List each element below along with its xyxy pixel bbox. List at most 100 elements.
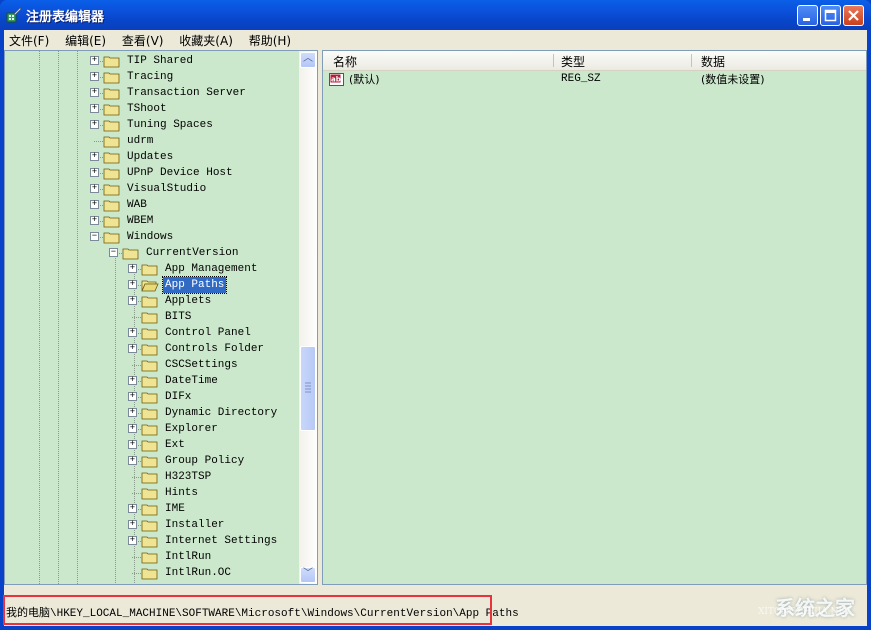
tree-item[interactable]: CSCSettings (5, 357, 297, 373)
expand-icon[interactable]: + (128, 440, 137, 449)
tree-item[interactable]: + VisualStudio (5, 181, 297, 197)
tree-item[interactable]: − Windows (5, 229, 297, 245)
menu-help[interactable]: 帮助(H) (244, 30, 298, 49)
tree-item-label: WBEM (127, 215, 154, 227)
tree-item[interactable]: + Applets (5, 293, 297, 309)
tree-item[interactable]: IntlRun (5, 549, 297, 565)
expand-icon[interactable]: + (128, 344, 137, 353)
column-header-type[interactable]: 类型 (561, 53, 585, 70)
watermark-url: XITONGZHIJIA.NET (757, 607, 851, 617)
tree-item-label: Internet Settings (165, 535, 278, 547)
folder-icon (141, 376, 158, 388)
expand-icon[interactable]: + (90, 152, 99, 161)
menu-file[interactable]: 文件(F) (4, 30, 56, 49)
folder-icon (141, 424, 158, 436)
tree-item[interactable]: + Tuning Spaces (5, 117, 297, 133)
tree-item[interactable]: + TShoot (5, 101, 297, 117)
value-row[interactable]: ab (默认) REG_SZ (数值未设置) (323, 71, 866, 88)
folder-icon (103, 152, 120, 164)
scroll-thumb[interactable] (300, 346, 316, 431)
menu-favorites[interactable]: 收藏夹(A) (174, 30, 240, 49)
column-divider[interactable] (553, 54, 554, 67)
expand-icon[interactable]: + (128, 504, 137, 513)
scroll-up-button[interactable]: ︿ (300, 52, 316, 68)
expand-icon[interactable]: + (90, 184, 99, 193)
tree-item[interactable]: + Explorer (5, 421, 297, 437)
expand-icon[interactable]: + (128, 280, 137, 289)
tree-item-label: Ext (165, 439, 185, 451)
expand-icon[interactable]: + (90, 200, 99, 209)
list-header: 名称 类型 数据 (323, 51, 866, 71)
title-bar[interactable]: 注册表编辑器 (0, 0, 871, 30)
menu-edit[interactable]: 编辑(E) (60, 30, 113, 49)
tree-item-label: Control Panel (165, 327, 251, 339)
highlight-annotation-box (3, 595, 492, 625)
expand-icon[interactable]: + (90, 72, 99, 81)
maximize-button[interactable] (820, 5, 841, 26)
tree-item[interactable]: + Group Policy (5, 453, 297, 469)
tree-item[interactable]: + Dynamic Directory (5, 405, 297, 421)
grip-icon (305, 382, 311, 393)
expand-icon[interactable]: + (90, 120, 99, 129)
folder-icon (103, 120, 120, 132)
scroll-down-button[interactable]: ﹀ (300, 567, 316, 583)
tree-item[interactable]: + Internet Settings (5, 533, 297, 549)
tree-vertical-scrollbar[interactable]: ︿ ﹀ (299, 51, 317, 584)
tree-item[interactable]: + UPnP Device Host (5, 165, 297, 181)
tree-item[interactable]: + WBEM (5, 213, 297, 229)
tree-item[interactable]: IntlRun.OC (5, 565, 297, 581)
tree-item[interactable]: + Controls Folder (5, 341, 297, 357)
tree-item[interactable]: udrm (5, 133, 297, 149)
tree-item[interactable]: + App Paths (5, 276, 297, 294)
tree-item[interactable]: + DateTime (5, 373, 297, 389)
folder-icon (141, 504, 158, 516)
tree-item[interactable]: + Installer (5, 517, 297, 533)
expand-icon[interactable]: + (128, 392, 137, 401)
tree-item-label: CSCSettings (165, 359, 238, 371)
expand-icon[interactable]: + (90, 104, 99, 113)
tree-item[interactable]: + WAB (5, 197, 297, 213)
tree-item-label: Controls Folder (165, 343, 265, 355)
expand-icon[interactable]: + (128, 376, 137, 385)
collapse-icon[interactable]: − (90, 232, 99, 241)
expand-icon[interactable]: + (128, 264, 137, 273)
tree-item[interactable]: H323TSP (5, 469, 297, 485)
tree-item-label: Tracing (127, 71, 174, 83)
tree-item[interactable]: + TIP Shared (5, 53, 297, 69)
menu-view[interactable]: 查看(V) (117, 30, 171, 49)
column-header-data[interactable]: 数据 (701, 53, 725, 70)
expand-icon[interactable]: + (90, 88, 99, 97)
expand-icon[interactable]: + (128, 408, 137, 417)
chevron-up-icon: ︿ (303, 54, 313, 65)
tree-item[interactable]: + DIFx (5, 389, 297, 405)
tree-item[interactable]: + Ext (5, 437, 297, 453)
tree-item[interactable]: − CurrentVersion (5, 245, 297, 261)
folder-icon (141, 520, 158, 532)
tree-item[interactable]: + App Management (5, 261, 297, 277)
expand-icon[interactable]: + (90, 216, 99, 225)
tree-item[interactable]: BITS (5, 309, 297, 325)
tree-item-label: Installer (165, 519, 225, 531)
close-button[interactable] (843, 5, 864, 26)
expand-icon[interactable]: + (128, 520, 137, 529)
tree-item[interactable]: + Tracing (5, 69, 297, 85)
expand-icon[interactable]: + (128, 424, 137, 433)
expand-icon[interactable]: + (90, 56, 99, 65)
column-header-name[interactable]: 名称 (333, 53, 357, 70)
folder-icon (141, 264, 158, 276)
tree-item[interactable]: + Updates (5, 149, 297, 165)
expand-icon[interactable]: + (90, 168, 99, 177)
tree-item[interactable]: + Control Panel (5, 325, 297, 341)
folder-icon (122, 248, 139, 260)
tree-item[interactable]: + IME (5, 501, 297, 517)
expand-icon[interactable]: + (128, 456, 137, 465)
tree-item[interactable]: + Transaction Server (5, 85, 297, 101)
minimize-button[interactable] (797, 5, 818, 26)
collapse-icon[interactable]: − (109, 248, 118, 257)
tree-item-label: Applets (165, 295, 212, 307)
column-divider[interactable] (691, 54, 692, 67)
expand-icon[interactable]: + (128, 536, 137, 545)
expand-icon[interactable]: + (128, 328, 137, 337)
expand-icon[interactable]: + (128, 296, 137, 305)
tree-item[interactable]: Hints (5, 485, 297, 501)
